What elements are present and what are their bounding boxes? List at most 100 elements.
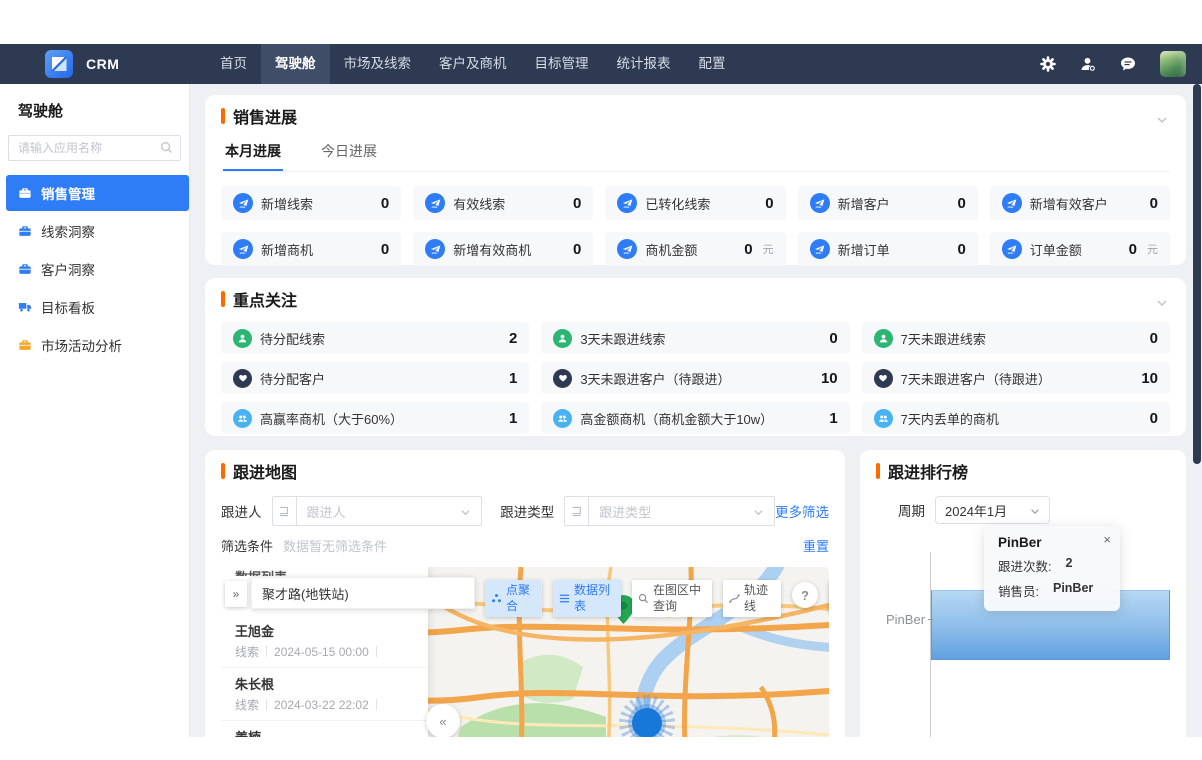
- chat-icon[interactable]: [1120, 56, 1136, 72]
- focus-card-3day-no-follow-leads[interactable]: 3天未跟进线索0: [541, 322, 849, 354]
- stats-grid: 新增线索0 有效线索0 已转化线索0 新增客户0 新增有效客户0 新增商机0 新…: [221, 186, 1170, 266]
- nav-item-target-management[interactable]: 目标管理: [521, 44, 603, 84]
- collapse-panel-button[interactable]: «: [426, 704, 460, 737]
- period-select[interactable]: 2024年1月: [935, 496, 1050, 524]
- tab-today-progress[interactable]: 今日进展: [319, 133, 379, 171]
- nav-item-customer-opportunity[interactable]: 客户及商机: [425, 44, 521, 84]
- briefcase-icon: [18, 338, 32, 352]
- person-icon: [233, 329, 252, 348]
- stat-card-new-orders[interactable]: 新增订单0: [798, 232, 978, 266]
- map-search-input[interactable]: [252, 578, 474, 608]
- chevron-down-icon[interactable]: [1156, 111, 1168, 129]
- focus-grid: 待分配线索2 3天未跟进线索0 7天未跟进线索0 待分配客户1 3天未跟进客户（…: [221, 322, 1170, 434]
- sidebar-item-market-activity-analysis[interactable]: 市场活动分析: [6, 327, 189, 363]
- chevron-down-icon: [753, 504, 764, 519]
- brand: CRM: [0, 50, 206, 78]
- sidebar-item-customer-insight[interactable]: 客户洞察: [6, 251, 189, 287]
- contains-operator-box[interactable]: ⊒: [564, 496, 588, 526]
- nav-item-cockpit[interactable]: 驾驶舱: [261, 44, 330, 84]
- focus-card-high-winrate-opportunities[interactable]: 高赢率商机（大于60%）1: [221, 402, 529, 434]
- stat-card-new-valid-opportunities[interactable]: 新增有效商机0: [413, 232, 593, 266]
- send-plane-icon: [810, 193, 830, 213]
- contains-operator-box[interactable]: ⊒: [272, 496, 296, 526]
- group-icon: [874, 409, 893, 428]
- focus-card-7day-no-follow-customers[interactable]: 7天未跟进客户（待跟进）10: [862, 362, 1170, 394]
- data-list-header: 数据列表: [235, 567, 287, 576]
- focus-card-7day-lost-opportunities[interactable]: 7天内丢单的商机0: [862, 402, 1170, 434]
- close-icon[interactable]: ×: [1103, 532, 1111, 547]
- divider: [266, 646, 267, 657]
- send-plane-icon: [233, 193, 253, 213]
- cluster-core: [632, 708, 662, 737]
- focus-card-unassigned-leads[interactable]: 待分配线索2: [221, 322, 529, 354]
- person-icon: [874, 329, 893, 348]
- focus-card-3day-no-follow-customers[interactable]: 3天未跟进客户（待跟进）10: [541, 362, 849, 394]
- filter-condition-row: 筛选条件 数据暂无筛选条件 重置: [221, 536, 829, 555]
- send-plane-icon: [233, 239, 253, 259]
- list-item[interactable]: 姜楠 线索2024-01-11 00:00: [221, 721, 428, 737]
- brand-text: CRM: [86, 56, 119, 72]
- map-help-button[interactable]: ?: [792, 582, 818, 608]
- stat-card-new-opportunities[interactable]: 新增商机0: [221, 232, 401, 266]
- map-canvas[interactable]: 数据列表 王旭金 线索2024-05-15 00:00 朱长根 线索2024-0…: [221, 567, 829, 737]
- stat-card-valid-leads[interactable]: 有效线索0: [413, 186, 593, 220]
- data-list-toggle-button[interactable]: 数据列表: [553, 580, 621, 617]
- sidebar-item-target-board[interactable]: 目标看板: [6, 289, 189, 325]
- nav-item-market-leads[interactable]: 市场及线索: [330, 44, 426, 84]
- stat-card-new-valid-customers[interactable]: 新增有效客户0: [990, 186, 1170, 220]
- sidebar-item-sales-management[interactable]: 销售管理: [6, 175, 189, 211]
- more-filters-link[interactable]: 更多筛选: [775, 501, 829, 521]
- scrollbar-thumb[interactable]: [1193, 84, 1201, 464]
- list-item[interactable]: 朱长根 线索2024-03-22 22:02: [221, 668, 428, 721]
- focus-card-unassigned-customers[interactable]: 待分配客户1: [221, 362, 529, 394]
- crm-dashboard: CRM 首页 驾驶舱 市场及线索 客户及商机 目标管理 统计报表 配置: [0, 0, 1202, 760]
- follow-ranking-title: 跟进排行榜: [888, 459, 968, 483]
- key-focus-title: 重点关注: [233, 287, 297, 311]
- follow-type-select[interactable]: 跟进类型: [588, 496, 775, 526]
- group-icon: [233, 409, 252, 428]
- track-line-button[interactable]: 轨迹线: [723, 580, 781, 617]
- progress-tabs: 本月进展 今日进展: [221, 133, 1170, 172]
- expand-panel-button[interactable]: »: [225, 581, 247, 607]
- sidebar-item-label: 线索洞察: [41, 221, 95, 241]
- sidebar-item-label: 客户洞察: [41, 259, 95, 279]
- nav-item-report[interactable]: 统计报表: [603, 44, 685, 84]
- y-axis-tick-label: PinBer: [886, 612, 933, 627]
- search-in-view-button[interactable]: 在图区中查询: [632, 580, 712, 617]
- app-search-input[interactable]: [8, 135, 181, 161]
- chevron-down-icon: [1030, 503, 1040, 518]
- stat-card-new-leads[interactable]: 新增线索0: [221, 186, 401, 220]
- user-icon[interactable]: [1080, 56, 1096, 72]
- chevron-down-icon[interactable]: [1156, 294, 1168, 312]
- cluster-toggle-button[interactable]: 点聚合: [485, 580, 542, 617]
- follow-person-select[interactable]: 跟进人: [296, 496, 483, 526]
- send-plane-icon: [1002, 193, 1022, 213]
- stat-card-opportunity-amount[interactable]: 商机金额0元: [605, 232, 785, 266]
- stat-card-converted-leads[interactable]: 已转化线索0: [605, 186, 785, 220]
- tick-mark: [928, 619, 933, 620]
- sidebar-item-lead-insight[interactable]: 线索洞察: [6, 213, 189, 249]
- focus-card-7day-no-follow-leads[interactable]: 7天未跟进线索0: [862, 322, 1170, 354]
- focus-card-high-amount-opportunities[interactable]: 高金额商机（商机金额大于10w）1: [541, 402, 849, 434]
- heart-icon: [233, 369, 252, 388]
- title-accent-bar: [221, 108, 225, 124]
- tab-month-progress[interactable]: 本月进展: [223, 133, 283, 171]
- sidebar: 驾驶舱 销售管理 线索洞察 客户洞察 目标看板 市场活动分析: [0, 84, 190, 737]
- record-meta: 线索2024-05-15 00:00: [235, 643, 414, 660]
- divider: [266, 699, 267, 710]
- send-plane-icon: [810, 239, 830, 259]
- stat-card-new-customers[interactable]: 新增客户0: [798, 186, 978, 220]
- stat-card-order-amount[interactable]: 订单金额0元: [990, 232, 1170, 266]
- tooltip-row: 销售员:PinBer: [998, 581, 1106, 600]
- nav-item-config[interactable]: 配置: [685, 44, 740, 84]
- chevron-down-icon: [460, 504, 471, 519]
- list-item[interactable]: 王旭金 线索2024-05-15 00:00: [221, 615, 428, 668]
- panel-title-row: 重点关注: [221, 288, 1170, 310]
- sidebar-item-label: 市场活动分析: [41, 335, 122, 355]
- follow-type-label: 跟进类型: [500, 501, 554, 521]
- nav-item-home[interactable]: 首页: [206, 44, 261, 84]
- page-scrollbar[interactable]: [1192, 84, 1202, 737]
- reset-link[interactable]: 重置: [803, 536, 829, 555]
- gear-icon[interactable]: [1040, 56, 1056, 72]
- avatar[interactable]: [1160, 51, 1186, 77]
